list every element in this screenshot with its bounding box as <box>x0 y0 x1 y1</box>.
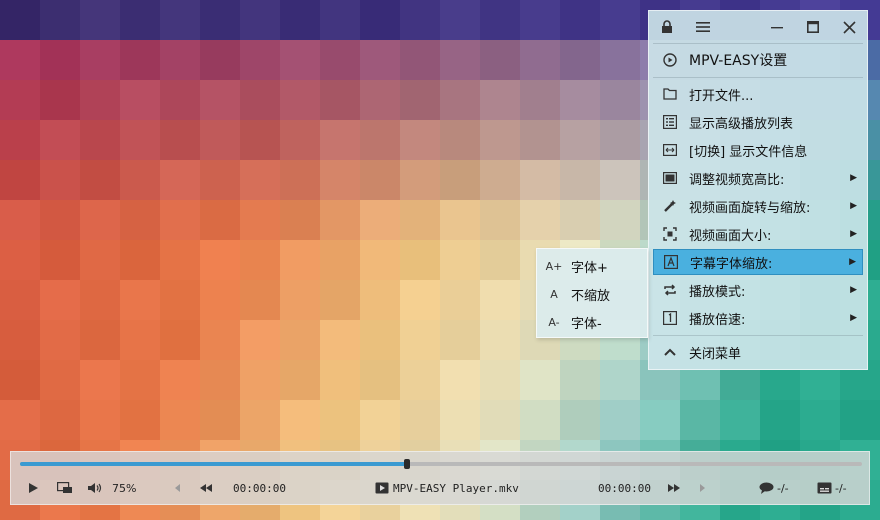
title-bar <box>649 11 867 43</box>
volume-level: 75% <box>112 481 137 495</box>
menu-header-settings[interactable]: MPV-EASY设置 <box>653 47 863 73</box>
subtitle-icon[interactable] <box>759 480 774 496</box>
font-scale-submenu: A+ 字体+ A 不缩放 A- 字体- <box>536 248 648 338</box>
close-menu-item[interactable]: 关闭菜单 <box>653 339 863 365</box>
subtitle-font-icon <box>662 253 680 271</box>
settings-panel: MPV-EASY设置 打开文件... 显示高级播放列表 [切换] 显示文件信息 调整视… <box>648 10 868 370</box>
total-time: 00:00:00 <box>598 481 651 495</box>
maximize-icon[interactable] <box>795 11 831 43</box>
rewind-icon[interactable] <box>199 480 213 496</box>
hamburger-icon[interactable] <box>685 11 721 43</box>
menu-item-label: 视频画面大小: <box>689 228 772 244</box>
audio-track-icon[interactable] <box>817 480 832 496</box>
submenu-arrow-icon: ▶ <box>849 257 856 267</box>
subtitle-track: -/- <box>777 481 789 495</box>
progress-track[interactable] <box>20 459 862 469</box>
font-increase-label: 字体+ <box>571 260 608 276</box>
speed-icon <box>661 309 679 327</box>
play-circle-icon <box>661 51 679 69</box>
aspect-icon <box>661 169 679 187</box>
chevron-up-icon <box>661 343 679 361</box>
resize-icon <box>661 225 679 243</box>
play-icon[interactable] <box>27 480 39 496</box>
submenu-arrow-icon: ▶ <box>850 229 857 239</box>
font-reset-icon: A <box>550 287 558 301</box>
menu-item-label: 视频画面旋转与缩放: <box>689 200 811 216</box>
control-bar: 75% 00:00:00 MPV-EASY Player.mkv 00:00:0… <box>10 451 870 505</box>
menu-item-aspect-ratio[interactable]: 调整视频宽高比: ▶ <box>653 165 863 191</box>
close-icon[interactable] <box>831 11 867 43</box>
repeat-icon <box>661 281 679 299</box>
menu-item-advanced-playlist[interactable]: 显示高级播放列表 <box>653 109 863 135</box>
font-increase-icon: A+ <box>545 259 563 273</box>
menu-item-toggle-file-info[interactable]: [切换] 显示文件信息 <box>653 137 863 163</box>
font-decrease-icon: A- <box>548 315 560 329</box>
folder-icon <box>661 85 679 103</box>
menu-item-label: 播放模式: <box>689 284 746 300</box>
file-play-icon <box>375 480 389 496</box>
info-toggle-icon <box>661 141 679 159</box>
progress-handle[interactable] <box>404 459 411 469</box>
lock-icon[interactable] <box>649 11 685 43</box>
menu-item-subtitle-font-scale[interactable]: 字幕字体缩放: ▶ <box>653 249 863 275</box>
menu-item-playback-speed[interactable]: 播放倍速: ▶ <box>653 305 863 331</box>
rotate-icon <box>661 197 679 215</box>
list-icon <box>661 113 679 131</box>
next-icon[interactable] <box>699 480 707 496</box>
font-no-scale-item[interactable]: A 不缩放 <box>537 280 647 308</box>
previous-icon[interactable] <box>173 480 181 496</box>
volume-icon[interactable] <box>87 480 103 496</box>
progress-fill <box>20 462 408 466</box>
audio-track: -/- <box>835 481 847 495</box>
submenu-arrow-icon: ▶ <box>850 285 857 295</box>
font-decrease-label: 字体- <box>571 316 602 332</box>
file-name: MPV-EASY Player.mkv <box>393 481 519 495</box>
menu-item-video-size[interactable]: 视频画面大小: ▶ <box>653 221 863 247</box>
current-time: 00:00:00 <box>233 481 286 495</box>
minimize-icon[interactable] <box>759 11 795 43</box>
menu-item-label: 字幕字体缩放: <box>690 256 773 272</box>
menu-item-play-mode[interactable]: 播放模式: ▶ <box>653 277 863 303</box>
pip-icon[interactable] <box>57 480 73 496</box>
font-increase-item[interactable]: A+ 字体+ <box>537 252 647 280</box>
menu-item-label: 显示高级播放列表 <box>689 116 794 132</box>
menu-item-label: 播放倍速: <box>689 312 746 328</box>
menu-item-label: 打开文件... <box>689 88 754 104</box>
submenu-arrow-icon: ▶ <box>850 313 857 323</box>
close-menu-label: 关闭菜单 <box>689 346 742 362</box>
menu-item-rotate-zoom[interactable]: 视频画面旋转与缩放: ▶ <box>653 193 863 219</box>
menu-item-label: [切换] 显示文件信息 <box>689 144 808 160</box>
font-no-scale-label: 不缩放 <box>571 288 611 304</box>
fast-forward-icon[interactable] <box>667 480 681 496</box>
submenu-arrow-icon: ▶ <box>850 173 857 183</box>
font-decrease-item[interactable]: A- 字体- <box>537 308 647 336</box>
menu-header-label: MPV-EASY设置 <box>689 53 788 69</box>
menu-item-open-file[interactable]: 打开文件... <box>653 81 863 107</box>
submenu-arrow-icon: ▶ <box>850 201 857 211</box>
menu-item-label: 调整视频宽高比: <box>689 172 785 188</box>
